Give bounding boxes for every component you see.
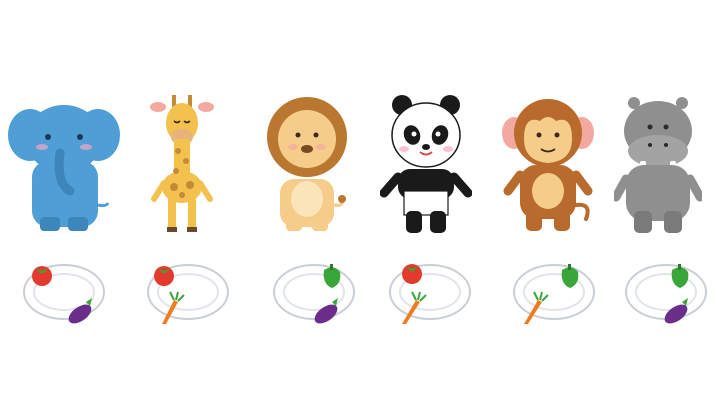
elephant-icon [8, 105, 120, 231]
animal-food-scene [0, 0, 720, 405]
giraffe-icon [150, 95, 214, 232]
tomato-icon [154, 266, 174, 286]
lion-icon [267, 97, 347, 231]
plate-lion [273, 264, 355, 324]
plate-giraffe [147, 264, 229, 324]
tomato-icon [32, 266, 52, 286]
plate-panda [389, 264, 471, 324]
tomato-icon [402, 264, 422, 284]
plate-hippo [625, 264, 707, 324]
hippo-icon [614, 97, 702, 233]
panda-icon [380, 95, 472, 233]
plate-monkey [513, 264, 595, 324]
monkey-icon [502, 99, 594, 231]
plate-elephant [23, 264, 105, 324]
